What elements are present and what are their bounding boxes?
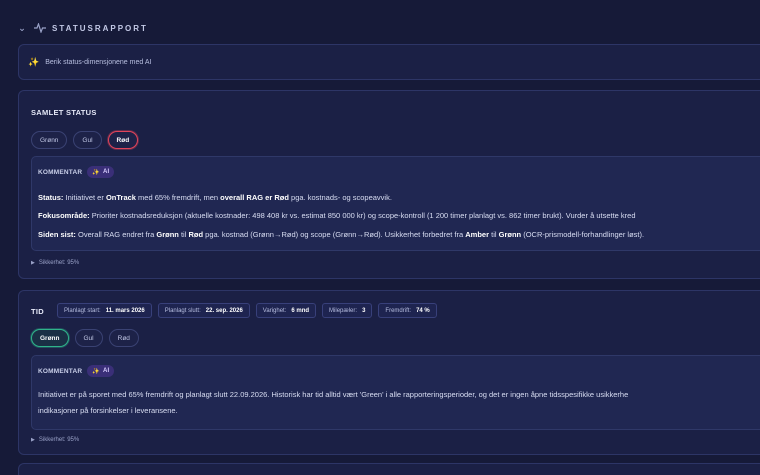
sparkle-icon: ✨ xyxy=(28,56,40,67)
comment-status-line: Status: Initiativet er OnTrack med 65% f… xyxy=(38,193,392,202)
status-pill-green[interactable]: Grønn xyxy=(31,329,69,347)
page-title: STATUSRAPPORT xyxy=(52,23,148,33)
status-pill-yellow[interactable]: Gul xyxy=(73,131,102,149)
sparkle-icon: ✨ xyxy=(92,169,100,176)
certainty-label: Sikkerhet: 95% xyxy=(38,260,80,266)
triangle-right-icon: ▶ xyxy=(31,260,35,266)
status-pill-red[interactable]: Rød xyxy=(107,131,139,149)
time-comment-box: KOMMENTAR ✨ AI Initiativet er på sporet … xyxy=(31,355,760,430)
meta-milestones: Milepæler: 3 xyxy=(322,303,373,318)
ai-badge: ✨ AI xyxy=(87,365,115,377)
meta-planned-end: Planlagt slutt: 22. sep. 2026 xyxy=(157,303,250,318)
meta-planned-start: Planlagt start: 11. mars 2026 xyxy=(57,303,152,318)
certainty-label: Sikkerhet: 95% xyxy=(38,437,80,443)
next-card xyxy=(18,463,760,475)
section-header[interactable]: ⌄ STATUSRAPPORT xyxy=(18,20,148,36)
certainty-toggle[interactable]: ▶ Sikkerhet: 95% xyxy=(31,437,79,443)
comment-since-line: Siden sist: Overall RAG endret fra Grønn… xyxy=(38,230,645,239)
comment-line-1: Initiativet er på sporet med 65% fremdri… xyxy=(38,390,629,399)
chevron-down-icon[interactable]: ⌄ xyxy=(18,23,28,34)
time-status-pills: Grønn Gul Rød xyxy=(31,329,139,347)
ai-badge: ✨ AI xyxy=(87,166,115,178)
status-pill-yellow[interactable]: Gul xyxy=(74,329,103,347)
sparkle-icon: ✨ xyxy=(92,368,100,375)
status-pill-red[interactable]: Rød xyxy=(108,329,139,347)
meta-progress: Fremdrift: 74 % xyxy=(378,303,437,318)
certainty-toggle[interactable]: ▶ Sikkerhet: 95% xyxy=(31,260,79,266)
status-pill-green[interactable]: Grønn xyxy=(31,131,68,149)
comment-header: KOMMENTAR ✨ AI xyxy=(38,365,115,377)
overall-status-card: SAMLET STATUS Grønn Gul Rød KOMMENTAR ✨ … xyxy=(18,90,760,279)
meta-duration: Varighet: 6 mnd xyxy=(255,303,317,318)
ai-enrich-button[interactable]: ✨ Berik status-dimensjonene med AI xyxy=(18,44,760,80)
triangle-right-icon: ▶ xyxy=(31,437,35,443)
time-card: TID Planlagt start: 11. mars 2026 Planlag… xyxy=(18,290,760,455)
overall-status-title: SAMLET STATUS xyxy=(31,108,97,117)
pulse-icon xyxy=(34,23,46,33)
comment-focus-line: Fokusområde: Prioriter kostnadsreduksjon… xyxy=(38,211,636,220)
time-title: TID xyxy=(31,307,44,316)
comment-line-2: indikasjoner på forsinkelser i leveranse… xyxy=(38,406,178,415)
ai-enrich-label: Berik status-dimensjonene med AI xyxy=(45,58,152,66)
time-meta-row: Planlagt start: 11. mars 2026 Planlagt sl… xyxy=(57,303,437,318)
comment-label: KOMMENTAR xyxy=(38,168,83,176)
overall-status-pills: Grønn Gul Rød xyxy=(31,131,139,149)
comment-label: KOMMENTAR xyxy=(38,367,83,375)
comment-header: KOMMENTAR ✨ AI xyxy=(38,166,115,178)
overall-comment-box: KOMMENTAR ✨ AI Status: Initiativet er On… xyxy=(31,156,760,251)
